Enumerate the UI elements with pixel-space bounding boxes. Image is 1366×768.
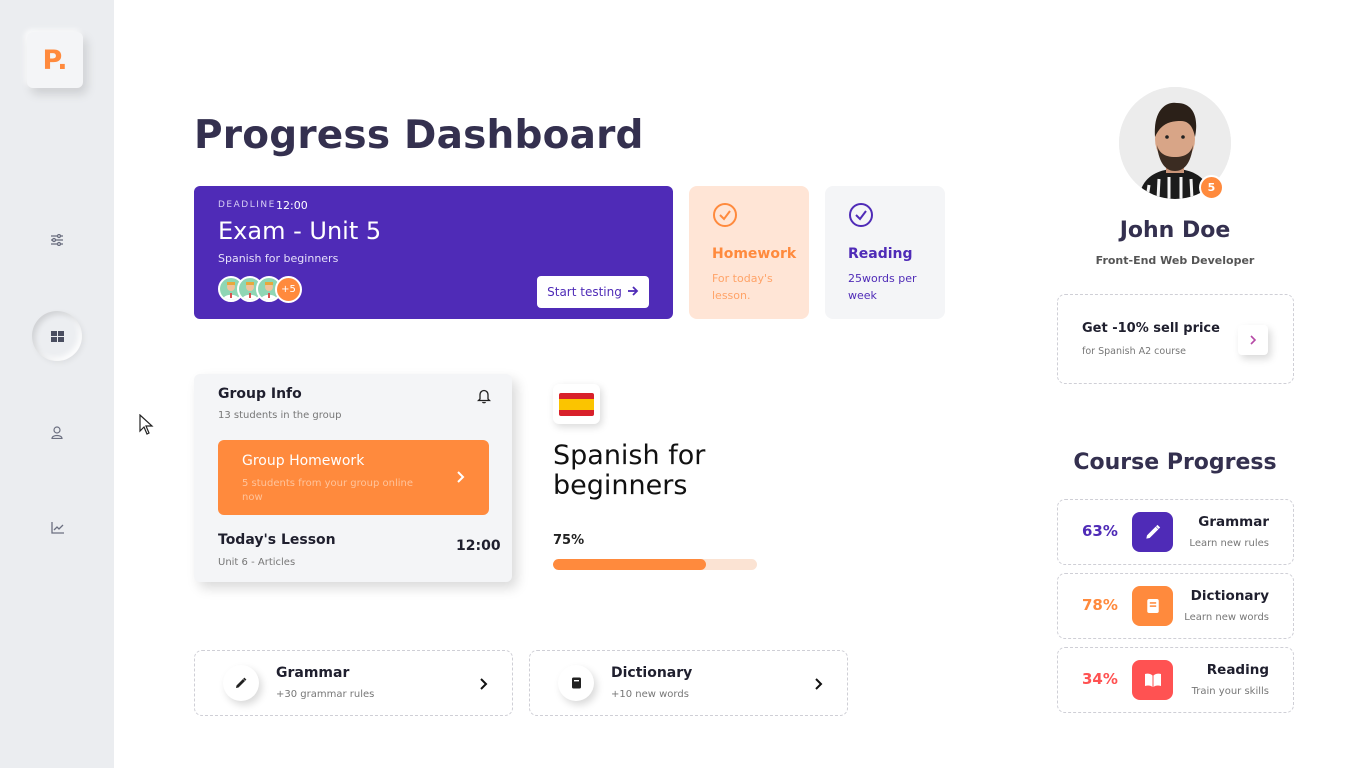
pencil-icon bbox=[1132, 512, 1173, 552]
more-participants-badge[interactable]: +5 bbox=[275, 276, 302, 303]
grammar-card-subtitle: +30 grammar rules bbox=[276, 689, 375, 700]
progress-name: Grammar bbox=[1198, 514, 1269, 530]
homework-card[interactable]: Homework For today's lesson. bbox=[689, 186, 809, 319]
dashboard-grid-icon bbox=[50, 327, 64, 346]
participant-avatars: +5 bbox=[218, 276, 308, 303]
spain-flag-icon bbox=[553, 384, 600, 424]
book-icon bbox=[1132, 586, 1173, 626]
progress-percent: 63% bbox=[1082, 522, 1118, 540]
dictionary-card-title: Dictionary bbox=[611, 665, 693, 681]
progress-name: Reading bbox=[1206, 662, 1269, 678]
grammar-card[interactable]: Grammar +30 grammar rules bbox=[194, 650, 513, 716]
progress-percent: 78% bbox=[1082, 596, 1118, 614]
promo-card[interactable]: Get -10% sell price for Spanish A2 cours… bbox=[1057, 294, 1294, 384]
promo-title: Get -10% sell price bbox=[1082, 321, 1220, 336]
course-progress-bar bbox=[553, 559, 757, 570]
todays-lesson-time: 12:00 bbox=[456, 538, 501, 554]
reading-title: Reading bbox=[848, 246, 913, 262]
homework-subtitle: For today's lesson. bbox=[712, 272, 773, 302]
bell-icon[interactable] bbox=[476, 388, 492, 404]
profile-name: John Doe bbox=[1119, 218, 1231, 243]
course-title: Spanish for beginners bbox=[553, 440, 706, 501]
course-progress-fill bbox=[553, 559, 706, 570]
group-homework-button[interactable]: Group Homework 5 students from your grou… bbox=[218, 440, 489, 515]
progress-subtitle: Learn new rules bbox=[1189, 538, 1269, 549]
todays-lesson-subtitle: Unit 6 - Articles bbox=[218, 557, 296, 568]
course-progress-title: Course Progress bbox=[1073, 450, 1277, 475]
exam-card: DEADLINE 12:00 Exam - Unit 5 Spanish for… bbox=[194, 186, 673, 319]
user-icon[interactable] bbox=[47, 422, 67, 442]
progress-percent: 34% bbox=[1082, 670, 1118, 688]
group-info-card: Group Info 13 students in the group Grou… bbox=[194, 374, 512, 582]
start-testing-label: Start testing bbox=[547, 285, 622, 299]
chart-icon[interactable] bbox=[47, 518, 67, 538]
dictionary-card-subtitle: +10 new words bbox=[611, 689, 689, 700]
group-info-subtitle: 13 students in the group bbox=[218, 410, 342, 421]
sliders-icon[interactable] bbox=[47, 230, 67, 250]
logo[interactable]: P. bbox=[27, 32, 83, 88]
book-icon bbox=[558, 665, 594, 701]
exam-title: Exam - Unit 5 bbox=[218, 217, 382, 245]
group-homework-subtitle: 5 students from your group online now bbox=[242, 478, 413, 503]
profile-role: Front-End Web Developer bbox=[1095, 254, 1255, 267]
deadline-time: 12:00 bbox=[276, 199, 308, 212]
chevron-right-icon bbox=[814, 676, 824, 692]
start-testing-button[interactable]: Start testing bbox=[537, 276, 649, 308]
chevron-right-icon bbox=[456, 469, 466, 485]
dictionary-card[interactable]: Dictionary +10 new words bbox=[529, 650, 848, 716]
group-homework-title: Group Homework bbox=[242, 453, 365, 469]
grammar-card-title: Grammar bbox=[276, 665, 350, 681]
check-circle-icon bbox=[712, 202, 738, 228]
group-info-title: Group Info bbox=[218, 386, 302, 402]
progress-subtitle: Train your skills bbox=[1191, 686, 1269, 697]
progress-subtitle: Learn new words bbox=[1184, 612, 1269, 623]
chevron-right-icon bbox=[1249, 331, 1257, 350]
chevron-right-icon bbox=[479, 676, 489, 692]
homework-title: Homework bbox=[712, 246, 797, 262]
course-progress-grammar[interactable]: 63% Grammar Learn new rules bbox=[1057, 499, 1294, 565]
exam-subtitle: Spanish for beginners bbox=[218, 252, 339, 265]
sidebar: P. bbox=[0, 0, 114, 768]
reading-subtitle: 25words per week bbox=[848, 272, 917, 302]
promo-subtitle: for Spanish A2 course bbox=[1082, 346, 1186, 357]
course-progress-label: 75% bbox=[553, 533, 585, 548]
todays-lesson-title: Today's Lesson bbox=[218, 532, 336, 548]
reading-card[interactable]: Reading 25words per week bbox=[825, 186, 945, 319]
notification-badge[interactable]: 5 bbox=[1199, 175, 1224, 200]
progress-name: Dictionary bbox=[1190, 588, 1269, 604]
arrow-right-icon bbox=[627, 285, 639, 299]
course-progress-dictionary[interactable]: 78% Dictionary Learn new words bbox=[1057, 573, 1294, 639]
course-progress-reading[interactable]: 34% Reading Train your skills bbox=[1057, 647, 1294, 713]
check-circle-icon bbox=[848, 202, 874, 228]
deadline-label: DEADLINE bbox=[218, 200, 276, 210]
nav-dashboard[interactable] bbox=[32, 311, 82, 361]
promo-arrow-button[interactable] bbox=[1238, 325, 1268, 355]
open-book-icon bbox=[1132, 660, 1173, 700]
pencil-icon bbox=[223, 665, 259, 701]
page-title: Progress Dashboard bbox=[194, 113, 644, 158]
mouse-cursor-icon bbox=[139, 413, 155, 436]
